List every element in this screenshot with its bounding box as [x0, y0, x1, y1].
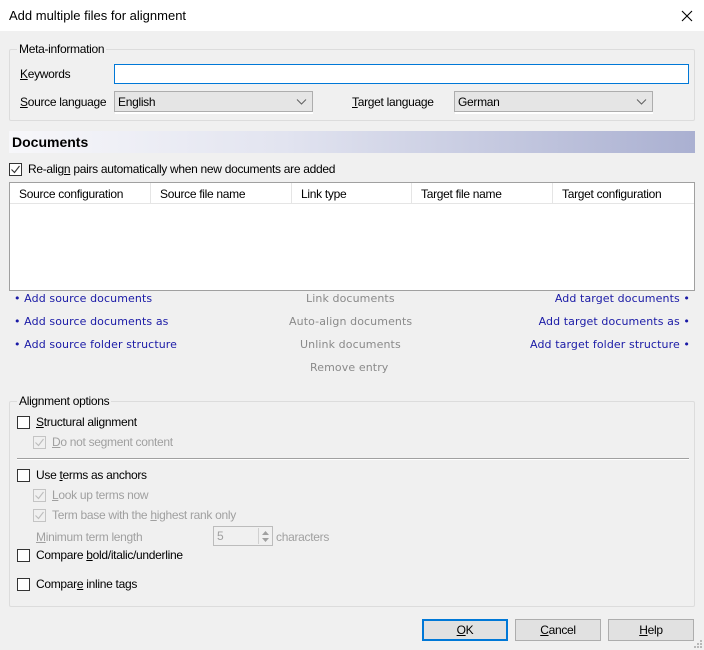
compare-bold-italic-underline-checkbox[interactable]	[17, 549, 30, 562]
add-target-documents-link[interactable]: Add target documents •	[555, 292, 690, 305]
target-language-label: Target language	[352, 95, 434, 109]
help-label: elp	[647, 623, 663, 637]
realign-label-pre: Re-alig	[28, 162, 64, 176]
target-language-label-text: arget language	[357, 95, 434, 109]
source-language-value: English	[118, 95, 156, 109]
keywords-label-text: eywords	[27, 67, 71, 81]
keywords-mnemonic: K	[20, 67, 28, 81]
use-terms-anchors-label[interactable]: Use terms as anchors	[36, 468, 147, 482]
chevron-down-icon	[636, 99, 647, 105]
link-documents-link[interactable]: Link documents	[306, 292, 395, 305]
cancel-button[interactable]: Cancel	[515, 619, 601, 641]
look-up-terms-label[interactable]: Look up terms now	[52, 488, 149, 502]
highest-rank-checkbox[interactable]	[33, 509, 46, 522]
target-language-select[interactable]: German	[454, 91, 653, 112]
add-source-folder-structure-link[interactable]: • Add source folder structure	[14, 338, 177, 351]
alignment-separator	[17, 458, 689, 460]
structural-label-text: tructural alignment	[43, 415, 137, 429]
highest-rank-post: ighest rank only	[156, 508, 237, 522]
compare-tags-pre: Compar	[36, 577, 77, 591]
remove-entry-link[interactable]: Remove entry	[310, 361, 388, 374]
structural-alignment-checkbox[interactable]	[17, 416, 30, 429]
lookup-label-text: ook up terms now	[58, 488, 149, 502]
add-source-documents-link[interactable]: • Add source documents	[14, 292, 152, 305]
column-source-configuration[interactable]: Source configuration	[10, 183, 151, 203]
keywords-label: Keywords	[20, 67, 71, 81]
column-target-configuration[interactable]: Target configuration	[553, 183, 694, 203]
checkmark-icon	[11, 165, 20, 174]
spinner-arrows[interactable]	[258, 528, 271, 544]
add-target-folder-structure-link[interactable]: Add target folder structure •	[530, 338, 690, 351]
column-target-file-name[interactable]: Target file name	[412, 183, 553, 203]
compare-inline-tags-label[interactable]: Compare inline tags	[36, 577, 137, 591]
keywords-input-box[interactable]	[114, 64, 689, 84]
minimum-term-length-value: 5	[217, 529, 224, 543]
window-title: Add multiple files for alignment	[9, 8, 187, 23]
target-language-value: German	[458, 95, 500, 109]
realign-label-post: pairs automatically when new documents a…	[70, 162, 336, 176]
min-term-mnemonic: M	[36, 530, 46, 544]
meta-information-legend: Meta-information	[17, 42, 107, 56]
source-language-select[interactable]: English	[114, 91, 313, 112]
checkmark-icon	[35, 491, 44, 500]
help-mnemonic: H	[639, 623, 648, 637]
structural-mnemonic: S	[36, 415, 44, 429]
source-language-label: Source language	[20, 95, 107, 109]
compare-bold-pre: Compare	[36, 548, 87, 562]
add-target-documents-as-link[interactable]: Add target documents as •	[539, 315, 690, 328]
cancel-mnemonic: C	[540, 623, 549, 637]
target-language-underline	[455, 112, 653, 114]
minimum-term-length-label: Minimum term length	[36, 530, 143, 544]
source-language-underline	[115, 112, 313, 114]
min-term-label-text: inimum term length	[45, 530, 143, 544]
do-not-segment-label[interactable]: Do not segment content	[52, 435, 173, 449]
help-button[interactable]: Help	[608, 619, 694, 641]
characters-unit-label: characters	[276, 530, 330, 544]
spin-down-icon[interactable]	[262, 538, 269, 542]
resize-grip-icon[interactable]	[692, 638, 702, 648]
cancel-label: ancel	[548, 623, 577, 637]
checkmark-icon	[35, 511, 44, 520]
ok-mnemonic: O	[456, 623, 466, 637]
ok-button[interactable]: OK	[422, 619, 508, 641]
documents-title: Documents	[12, 134, 89, 150]
compare-bold-post: old/italic/underline	[92, 548, 183, 562]
unlink-documents-link[interactable]: Unlink documents	[300, 338, 401, 351]
no-segment-label-text: o not segment content	[60, 435, 173, 449]
column-source-file-name[interactable]: Source file name	[151, 183, 292, 203]
look-up-terms-checkbox[interactable]	[33, 489, 46, 502]
do-not-segment-checkbox[interactable]	[33, 436, 46, 449]
keywords-input[interactable]	[115, 65, 688, 83]
column-link-type[interactable]: Link type	[292, 183, 412, 203]
highest-rank-pre: Term base with the	[52, 508, 151, 522]
auto-align-documents-link[interactable]: Auto-align documents	[289, 315, 412, 328]
alignment-options-legend: Alignment options	[17, 394, 112, 408]
terms-anchors-post: erms as anchors	[62, 468, 148, 482]
compare-inline-tags-checkbox[interactable]	[17, 578, 30, 591]
highest-rank-label[interactable]: Term base with the highest rank only	[52, 508, 236, 522]
chevron-down-icon	[296, 99, 307, 105]
ok-label: K	[465, 623, 474, 637]
close-button[interactable]	[670, 0, 704, 31]
compare-tags-post: inline tags	[83, 577, 138, 591]
realign-checkbox[interactable]	[9, 163, 22, 176]
checkmark-icon	[35, 438, 44, 447]
title-bar: Add multiple files for alignment	[0, 0, 704, 31]
close-x-icon	[681, 10, 693, 21]
source-language-label-text: ource language	[27, 95, 107, 109]
use-terms-anchors-checkbox[interactable]	[17, 469, 30, 482]
documents-section-header: Documents	[9, 131, 695, 153]
structural-alignment-label[interactable]: Structural alignment	[36, 415, 137, 429]
documents-table[interactable]: Source configuration Source file name Li…	[9, 182, 695, 291]
add-source-documents-as-link[interactable]: • Add source documents as	[14, 315, 169, 328]
compare-bold-italic-underline-label[interactable]: Compare bold/italic/underline	[36, 548, 183, 562]
terms-anchors-pre: Use	[36, 468, 60, 482]
spin-up-icon[interactable]	[262, 531, 269, 535]
documents-table-header: Source configuration Source file name Li…	[10, 183, 694, 204]
source-language-mnemonic: S	[20, 95, 28, 109]
minimum-term-length-spinner[interactable]: 5	[213, 526, 273, 546]
realign-label[interactable]: Re-align pairs automatically when new do…	[28, 162, 335, 176]
